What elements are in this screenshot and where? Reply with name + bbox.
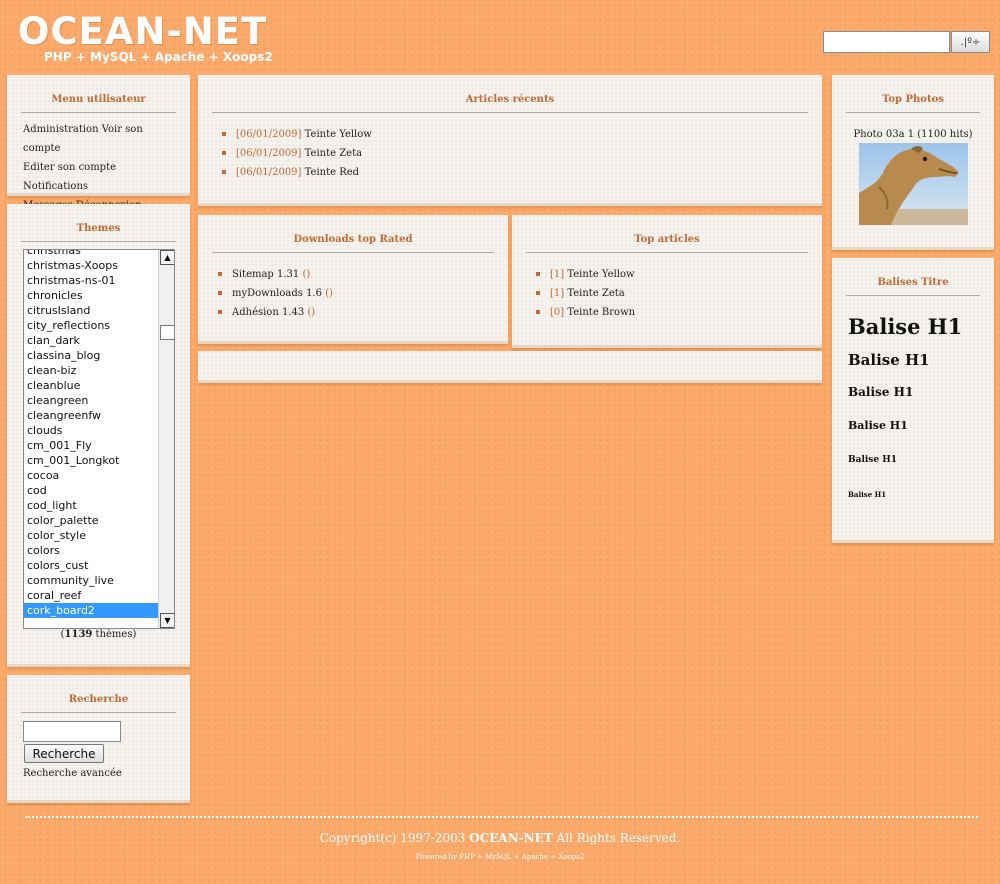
user-menu-block: Menu utilisateur Administration Voir son… <box>7 75 190 211</box>
user-menu-title: Menu utilisateur <box>21 94 176 113</box>
list-item[interactable]: [0] Teinte Brown <box>536 303 635 322</box>
list-item[interactable]: [06/01/2009] Teinte Yellow <box>222 125 372 144</box>
heading-sample-h2: Balise H1 <box>848 351 930 369</box>
recent-articles-title: Articles récents <box>212 94 808 113</box>
theme-option[interactable]: cod_light <box>24 498 158 513</box>
top-articles-block: Top articles [1] Teinte Yellow [1] Teint… <box>512 215 822 348</box>
site-logo[interactable]: OCEAN-NET PHP + MySQL + Apache + Xoops2 <box>18 10 273 65</box>
theme-option[interactable]: cleangreenfw <box>24 408 158 423</box>
header-search-input[interactable] <box>823 31 950 53</box>
theme-option[interactable]: chronicles <box>24 288 158 303</box>
user-menu-line[interactable]: Editer son compte Notifications <box>23 158 183 196</box>
footer-divider <box>25 816 978 822</box>
recent-articles-block: Articles récents [06/01/2009] Teinte Yel… <box>198 75 822 206</box>
photo-caption: Photo 03a 1 (1100 hits) <box>853 129 973 140</box>
downloads-block: Downloads top Rated Sitemap 1.31 () myDo… <box>198 215 508 344</box>
logo-title: OCEAN-NET <box>18 10 268 53</box>
empty-block <box>198 351 822 383</box>
themes-title: Themes <box>21 223 176 242</box>
heading-samples-block: Balises Titre Balise H1 Balise H1 Balise… <box>832 258 994 543</box>
top-photos-title: Top Photos <box>846 94 980 113</box>
list-item[interactable]: [06/01/2009] Teinte Red <box>222 163 372 182</box>
scroll-up-icon[interactable]: ▲ <box>160 250 174 265</box>
theme-option[interactable]: community_live <box>24 573 158 588</box>
theme-option[interactable]: christmas <box>24 250 158 258</box>
theme-option[interactable]: clean-biz <box>24 363 158 378</box>
heading-samples-title: Balises Titre <box>846 277 980 296</box>
theme-option[interactable]: cocoa <box>24 468 158 483</box>
heading-sample-h6: Balise H1 <box>848 490 887 499</box>
scroll-thumb[interactable] <box>160 325 174 340</box>
theme-option[interactable]: cleangreen <box>24 393 158 408</box>
list-item[interactable]: [06/01/2009] Teinte Zeta <box>222 144 372 163</box>
user-menu-line[interactable]: Administration Voir son compte <box>23 120 183 158</box>
theme-option[interactable]: cork_board2 <box>24 603 158 618</box>
footer-copyright: Copyright(c) 1997-2003 OCEAN-NET All Rig… <box>319 831 681 845</box>
top-photos-block: Top Photos Photo 03a 1 (1100 hits) <box>832 75 994 250</box>
list-item[interactable]: Sitemap 1.31 () <box>218 265 333 284</box>
theme-option[interactable]: citrusIsland <box>24 303 158 318</box>
scroll-down-icon[interactable]: ▼ <box>160 613 174 628</box>
search-button[interactable]: Recherche <box>24 744 104 763</box>
search-block: Recherche Recherche Recherche avancée <box>7 675 190 803</box>
downloads-title: Downloads top Rated <box>212 234 494 253</box>
header-search-button[interactable]: .|º÷ <box>951 31 990 53</box>
search-input[interactable] <box>23 721 121 742</box>
list-item[interactable]: [1] Teinte Zeta <box>536 284 635 303</box>
heading-sample-h1: Balise H1 <box>848 314 963 339</box>
theme-option[interactable]: clan_dark <box>24 333 158 348</box>
themes-listbox[interactable]: christmas christmas-Xoops christmas-ns-01 c… <box>23 249 175 629</box>
theme-option[interactable]: cm_001_Fly <box>24 438 158 453</box>
heading-sample-h5: Balise H1 <box>848 455 897 465</box>
logo-subtitle: PHP + MySQL + Apache + Xoops2 <box>44 50 273 64</box>
camel-photo[interactable] <box>859 143 968 225</box>
theme-option[interactable]: christmas-ns-01 <box>24 273 158 288</box>
theme-option[interactable]: colors_cust <box>24 558 158 573</box>
theme-option[interactable]: colors <box>24 543 158 558</box>
theme-option[interactable]: cm_001_Longkot <box>24 453 158 468</box>
theme-option[interactable]: color_style <box>24 528 158 543</box>
theme-option[interactable]: city_reflections <box>24 318 158 333</box>
search-title: Recherche <box>21 694 176 713</box>
list-item[interactable]: [1] Teinte Yellow <box>536 265 635 284</box>
themes-scrollbar[interactable]: ▲ ▼ <box>158 250 174 628</box>
theme-option[interactable]: clouds <box>24 423 158 438</box>
heading-sample-h4: Balise H1 <box>848 419 908 432</box>
theme-option[interactable]: color_palette <box>24 513 158 528</box>
theme-option[interactable]: coral_reef <box>24 588 158 603</box>
list-item[interactable]: Adhésion 1.43 () <box>218 303 333 322</box>
advanced-search-link[interactable]: Recherche avancée <box>23 764 122 783</box>
themes-count: (1139 thèmes) <box>60 629 137 640</box>
heading-sample-h3: Balise H1 <box>848 385 914 399</box>
top-articles-title: Top articles <box>526 234 808 253</box>
theme-option[interactable]: cod <box>24 483 158 498</box>
footer-powered-by: Powered by PHP + MySQL + Apache + Xoops2 <box>415 853 585 861</box>
list-item[interactable]: myDownloads 1.6 () <box>218 284 333 303</box>
theme-option[interactable]: christmas-Xoops <box>24 258 158 273</box>
theme-option[interactable]: cleanblue <box>24 378 158 393</box>
theme-option[interactable]: classina_blog <box>24 348 158 363</box>
